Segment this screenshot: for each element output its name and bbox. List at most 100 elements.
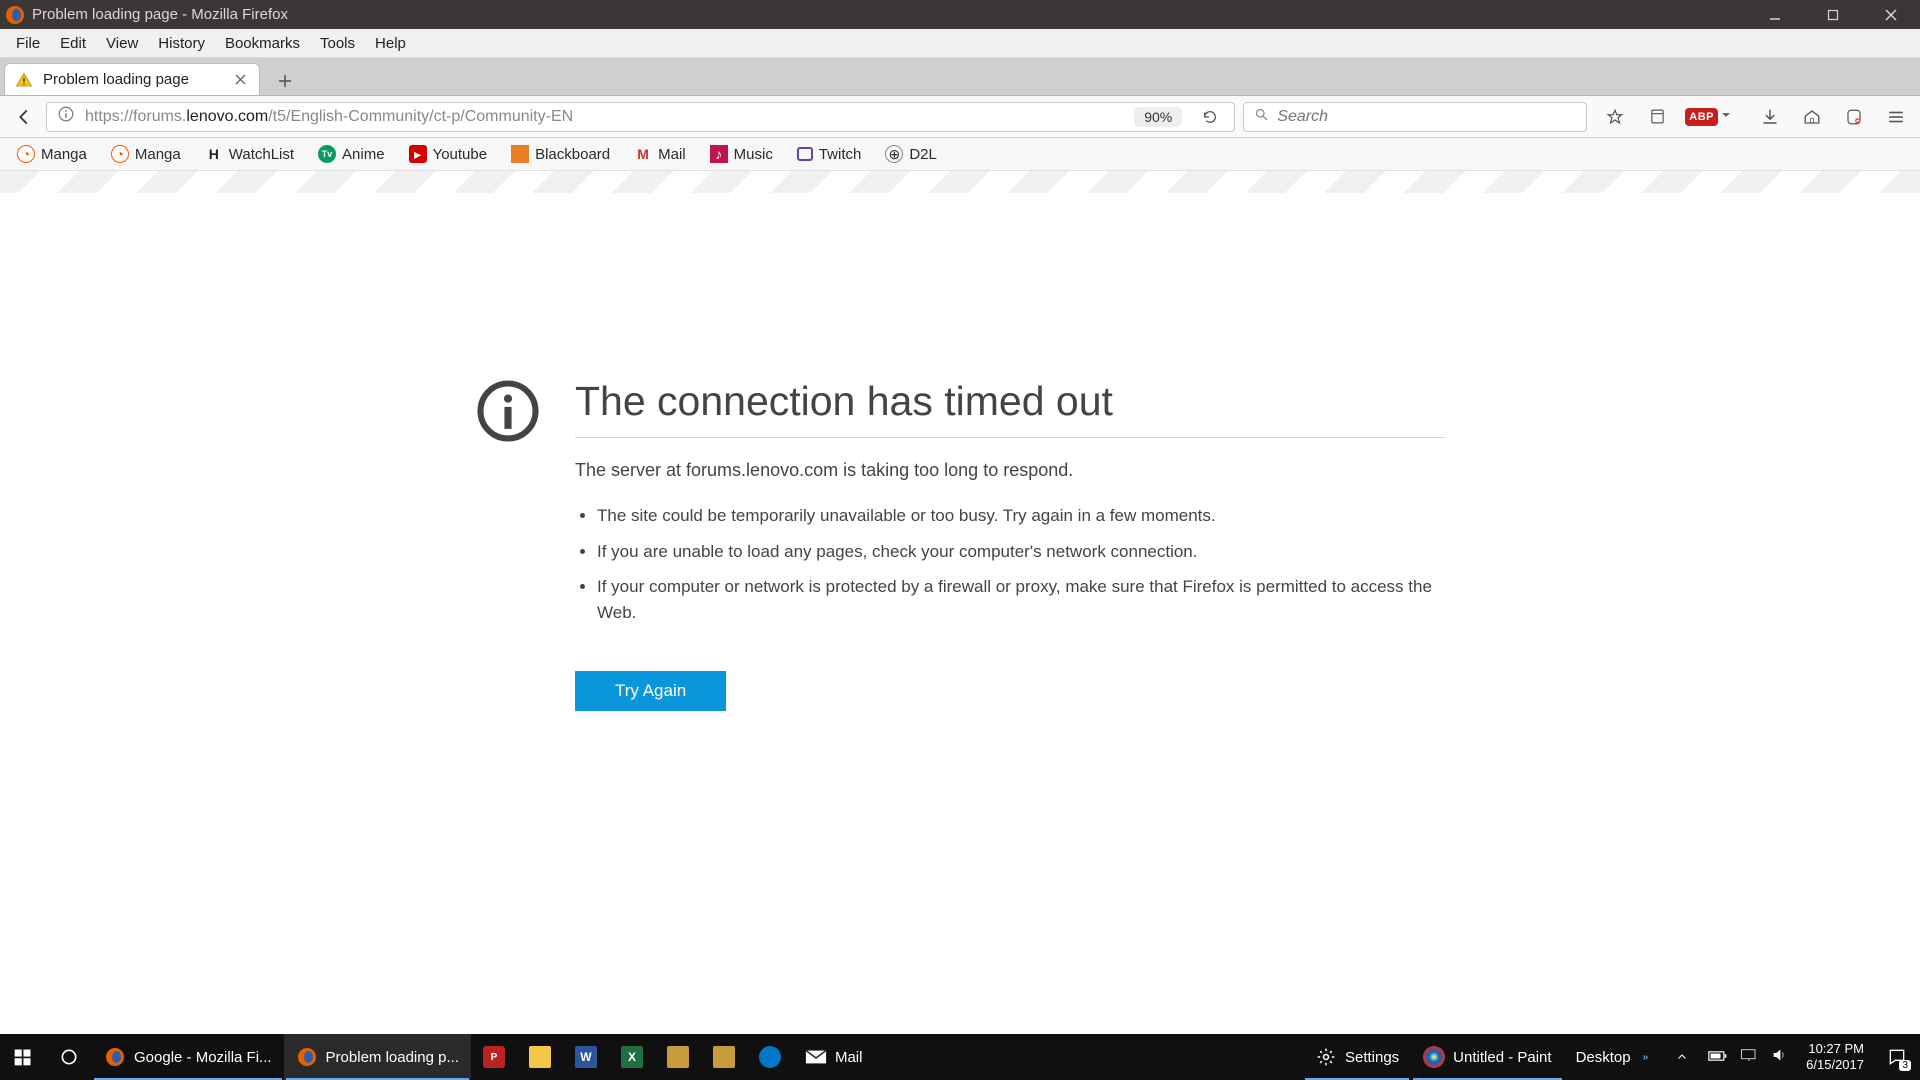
league-icon (713, 1046, 735, 1068)
twitch-icon (797, 147, 813, 161)
taskbar-item-label: Google - Mozilla Fi... (134, 1049, 272, 1066)
bookmark-music[interactable]: ♪Music (703, 141, 780, 167)
windows-taskbar: Google - Mozilla Fi... Problem loading p… (0, 1034, 1920, 1080)
site-info-icon[interactable] (57, 105, 75, 128)
zoom-level-button[interactable]: 90% (1134, 107, 1182, 127)
search-icon (1254, 107, 1269, 127)
reload-button[interactable] (1196, 103, 1224, 131)
bookmark-twitch[interactable]: Twitch (790, 142, 869, 167)
error-page: The connection has timed out The server … (0, 193, 1920, 711)
taskbar-item-explorer[interactable] (517, 1034, 563, 1080)
system-tray (1660, 1043, 1796, 1071)
desktop-chevron-icon: » (1639, 1052, 1649, 1063)
pdf-icon: P (483, 1046, 505, 1068)
bookmark-manga-2[interactable]: ◔Manga (104, 141, 188, 167)
globe-icon: ⊕ (885, 145, 903, 163)
bookmark-watchlist[interactable]: HWatchList (198, 141, 301, 167)
excel-icon: X (621, 1046, 643, 1068)
error-tip: If you are unable to load any pages, che… (597, 539, 1445, 565)
taskbar-item-label: Untitled - Paint (1453, 1049, 1551, 1066)
mail-icon (805, 1046, 827, 1068)
window-title: Problem loading page - Mozilla Firefox (32, 6, 288, 23)
url-bar[interactable]: https://forums.lenovo.com/t5/English-Com… (46, 102, 1235, 132)
clock-time: 10:27 PM (1806, 1041, 1864, 1057)
menu-help[interactable]: Help (365, 32, 416, 55)
pocket-button[interactable] (1840, 103, 1868, 131)
info-circle-icon (475, 378, 541, 711)
taskbar-item-lol2[interactable] (701, 1034, 747, 1080)
volume-icon[interactable] (1770, 1047, 1788, 1067)
taskbar-item-excel[interactable]: X (609, 1034, 655, 1080)
cortana-circle-icon (58, 1046, 80, 1068)
manga-icon: ◔ (17, 145, 35, 163)
home-button[interactable] (1798, 103, 1826, 131)
taskbar-item-label: Problem loading p... (326, 1049, 459, 1066)
menu-file[interactable]: File (6, 32, 50, 55)
library-sidebar-button[interactable] (1643, 103, 1671, 131)
menu-edit[interactable]: Edit (50, 32, 96, 55)
search-input[interactable] (1277, 108, 1576, 126)
bookmarks-bar: ◔Manga ◔Manga HWatchList TvAnime ▸Youtub… (0, 138, 1920, 171)
tab-title: Problem loading page (43, 71, 189, 88)
bookmark-manga-1[interactable]: ◔Manga (10, 141, 94, 167)
back-button[interactable] (10, 103, 38, 131)
menu-bar: File Edit View History Bookmarks Tools H… (0, 29, 1920, 58)
taskbar-item-firefox-google[interactable]: Google - Mozilla Fi... (92, 1034, 284, 1080)
manga-icon: ◔ (111, 145, 129, 163)
error-tips-list: The site could be temporarily unavailabl… (575, 503, 1445, 625)
gear-icon (1315, 1046, 1337, 1068)
watchlist-icon: H (205, 145, 223, 163)
tab-close-button[interactable] (231, 71, 249, 89)
error-subtext: The server at forums.lenovo.com is takin… (575, 460, 1445, 481)
new-tab-button[interactable] (268, 67, 302, 95)
taskbar-item-pdf[interactable]: P (471, 1034, 517, 1080)
menu-bookmarks[interactable]: Bookmarks (215, 32, 310, 55)
bookmark-star-button[interactable] (1601, 103, 1629, 131)
taskbar-clock[interactable]: 10:27 PM 6/15/2017 (1796, 1041, 1874, 1072)
bookmark-youtube[interactable]: ▸Youtube (402, 141, 495, 167)
taskbar-item-firefox-problem[interactable]: Problem loading p... (284, 1034, 471, 1080)
browser-tab[interactable]: Problem loading page (4, 63, 260, 95)
anime-icon: Tv (318, 145, 336, 163)
taskbar-item-word[interactable]: W (563, 1034, 609, 1080)
taskbar-item-lol1[interactable] (655, 1034, 701, 1080)
bookmark-blackboard[interactable]: Blackboard (504, 141, 617, 167)
bookmark-d2l[interactable]: ⊕D2L (878, 141, 944, 167)
nav-bar: https://forums.lenovo.com/t5/English-Com… (0, 96, 1920, 138)
bookmark-mail[interactable]: MMail (627, 141, 693, 167)
desktop-label: Desktop (1576, 1049, 1631, 1066)
desktop-toolbar[interactable]: Desktop » (1564, 1034, 1661, 1080)
battery-icon[interactable] (1708, 1049, 1728, 1066)
try-again-button[interactable]: Try Again (575, 671, 726, 711)
hamburger-menu-button[interactable] (1882, 103, 1910, 131)
youtube-icon: ▸ (409, 145, 427, 163)
bookmark-anime[interactable]: TvAnime (311, 141, 392, 167)
start-button[interactable] (0, 1034, 46, 1080)
error-tip: If your computer or network is protected… (597, 574, 1445, 625)
network-icon[interactable] (1740, 1048, 1758, 1066)
window-minimize-button[interactable] (1746, 0, 1804, 29)
menu-view[interactable]: View (96, 32, 148, 55)
taskbar-item-settings[interactable]: Settings (1303, 1034, 1411, 1080)
taskbar-item-rocket[interactable] (747, 1034, 793, 1080)
window-maximize-button[interactable] (1804, 0, 1862, 29)
window-close-button[interactable] (1862, 0, 1920, 29)
cortana-button[interactable] (46, 1034, 92, 1080)
taskbar-item-mail[interactable]: Mail (793, 1034, 875, 1080)
window-titlebar: Problem loading page - Mozilla Firefox (0, 0, 1920, 29)
menu-tools[interactable]: Tools (310, 32, 365, 55)
tray-chevron-up-icon[interactable] (1668, 1043, 1696, 1071)
firefox-logo-icon (6, 6, 24, 24)
toolbar-right: ABP (1595, 103, 1910, 131)
downloads-button[interactable] (1756, 103, 1784, 131)
league-icon (667, 1046, 689, 1068)
search-bar[interactable] (1243, 102, 1587, 132)
warning-icon (15, 71, 33, 89)
adblock-plus-button[interactable]: ABP (1685, 108, 1718, 126)
rocket-league-icon (759, 1046, 781, 1068)
menu-history[interactable]: History (148, 32, 215, 55)
gmail-icon: M (634, 145, 652, 163)
firefox-icon (104, 1046, 126, 1068)
action-center-button[interactable]: 3 (1874, 1034, 1920, 1080)
taskbar-item-paint[interactable]: Untitled - Paint (1411, 1034, 1563, 1080)
